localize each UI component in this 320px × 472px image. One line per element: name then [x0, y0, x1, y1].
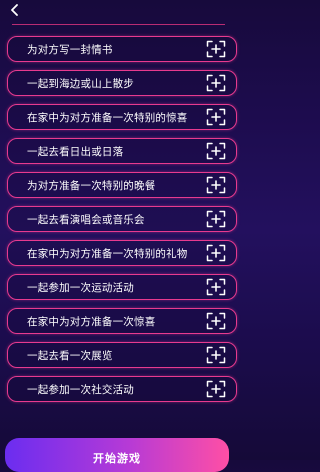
task-label: 一起参加一次社交活动	[27, 383, 134, 396]
add-box-icon[interactable]	[206, 244, 226, 262]
task-row[interactable]: 在家中为对方准备一次惊喜	[7, 308, 237, 334]
add-box-icon[interactable]	[206, 346, 226, 364]
task-label: 在家中为对方准备一次特别的惊喜	[27, 111, 188, 124]
task-label: 一起去看一次展览	[27, 349, 113, 362]
add-box-icon[interactable]	[206, 210, 226, 228]
add-box-icon[interactable]	[206, 176, 226, 194]
chevron-left-icon	[11, 4, 18, 16]
task-label: 为对方准备一次特别的晚餐	[27, 179, 156, 192]
task-label: 在家中为对方准备一次惊喜	[27, 315, 156, 328]
task-row[interactable]: 一起去看演唱会或音乐会	[7, 206, 237, 232]
add-box-icon[interactable]	[206, 278, 226, 296]
add-box-icon[interactable]	[206, 312, 226, 330]
add-box-icon[interactable]	[206, 74, 226, 92]
add-box-icon[interactable]	[206, 108, 226, 126]
task-list: 为对方写一封情书 一起到海边或山上散步 在家中为对方准备一次特别的惊喜 一起去看…	[7, 36, 237, 410]
task-label: 在家中为对方准备一次特别的礼物	[27, 247, 188, 260]
task-row[interactable]: 一起参加一次社交活动	[7, 376, 237, 402]
task-label: 为对方写一封情书	[27, 43, 113, 56]
task-row[interactable]: 一起到海边或山上散步	[7, 70, 237, 96]
task-label: 一起去看演唱会或音乐会	[27, 213, 145, 226]
add-box-icon[interactable]	[206, 142, 226, 160]
task-row[interactable]: 一起参加一次运动活动	[7, 274, 237, 300]
task-label: 一起到海边或山上散步	[27, 77, 134, 90]
add-box-icon[interactable]	[206, 380, 226, 398]
header-divider	[12, 24, 225, 25]
start-game-label: 开始游戏	[93, 452, 141, 465]
add-box-icon[interactable]	[206, 40, 226, 58]
start-game-button[interactable]: 开始游戏	[5, 438, 229, 472]
task-row[interactable]: 在家中为对方准备一次特别的惊喜	[7, 104, 237, 130]
task-row[interactable]: 为对方准备一次特别的晚餐	[7, 172, 237, 198]
task-row[interactable]: 一起去看日出或日落	[7, 138, 237, 164]
task-row[interactable]: 在家中为对方准备一次特别的礼物	[7, 240, 237, 266]
back-button[interactable]	[7, 2, 23, 18]
task-row[interactable]: 一起去看一次展览	[7, 342, 237, 368]
task-label: 一起参加一次运动活动	[27, 281, 134, 294]
task-row[interactable]: 为对方写一封情书	[7, 36, 237, 62]
task-label: 一起去看日出或日落	[27, 145, 124, 158]
